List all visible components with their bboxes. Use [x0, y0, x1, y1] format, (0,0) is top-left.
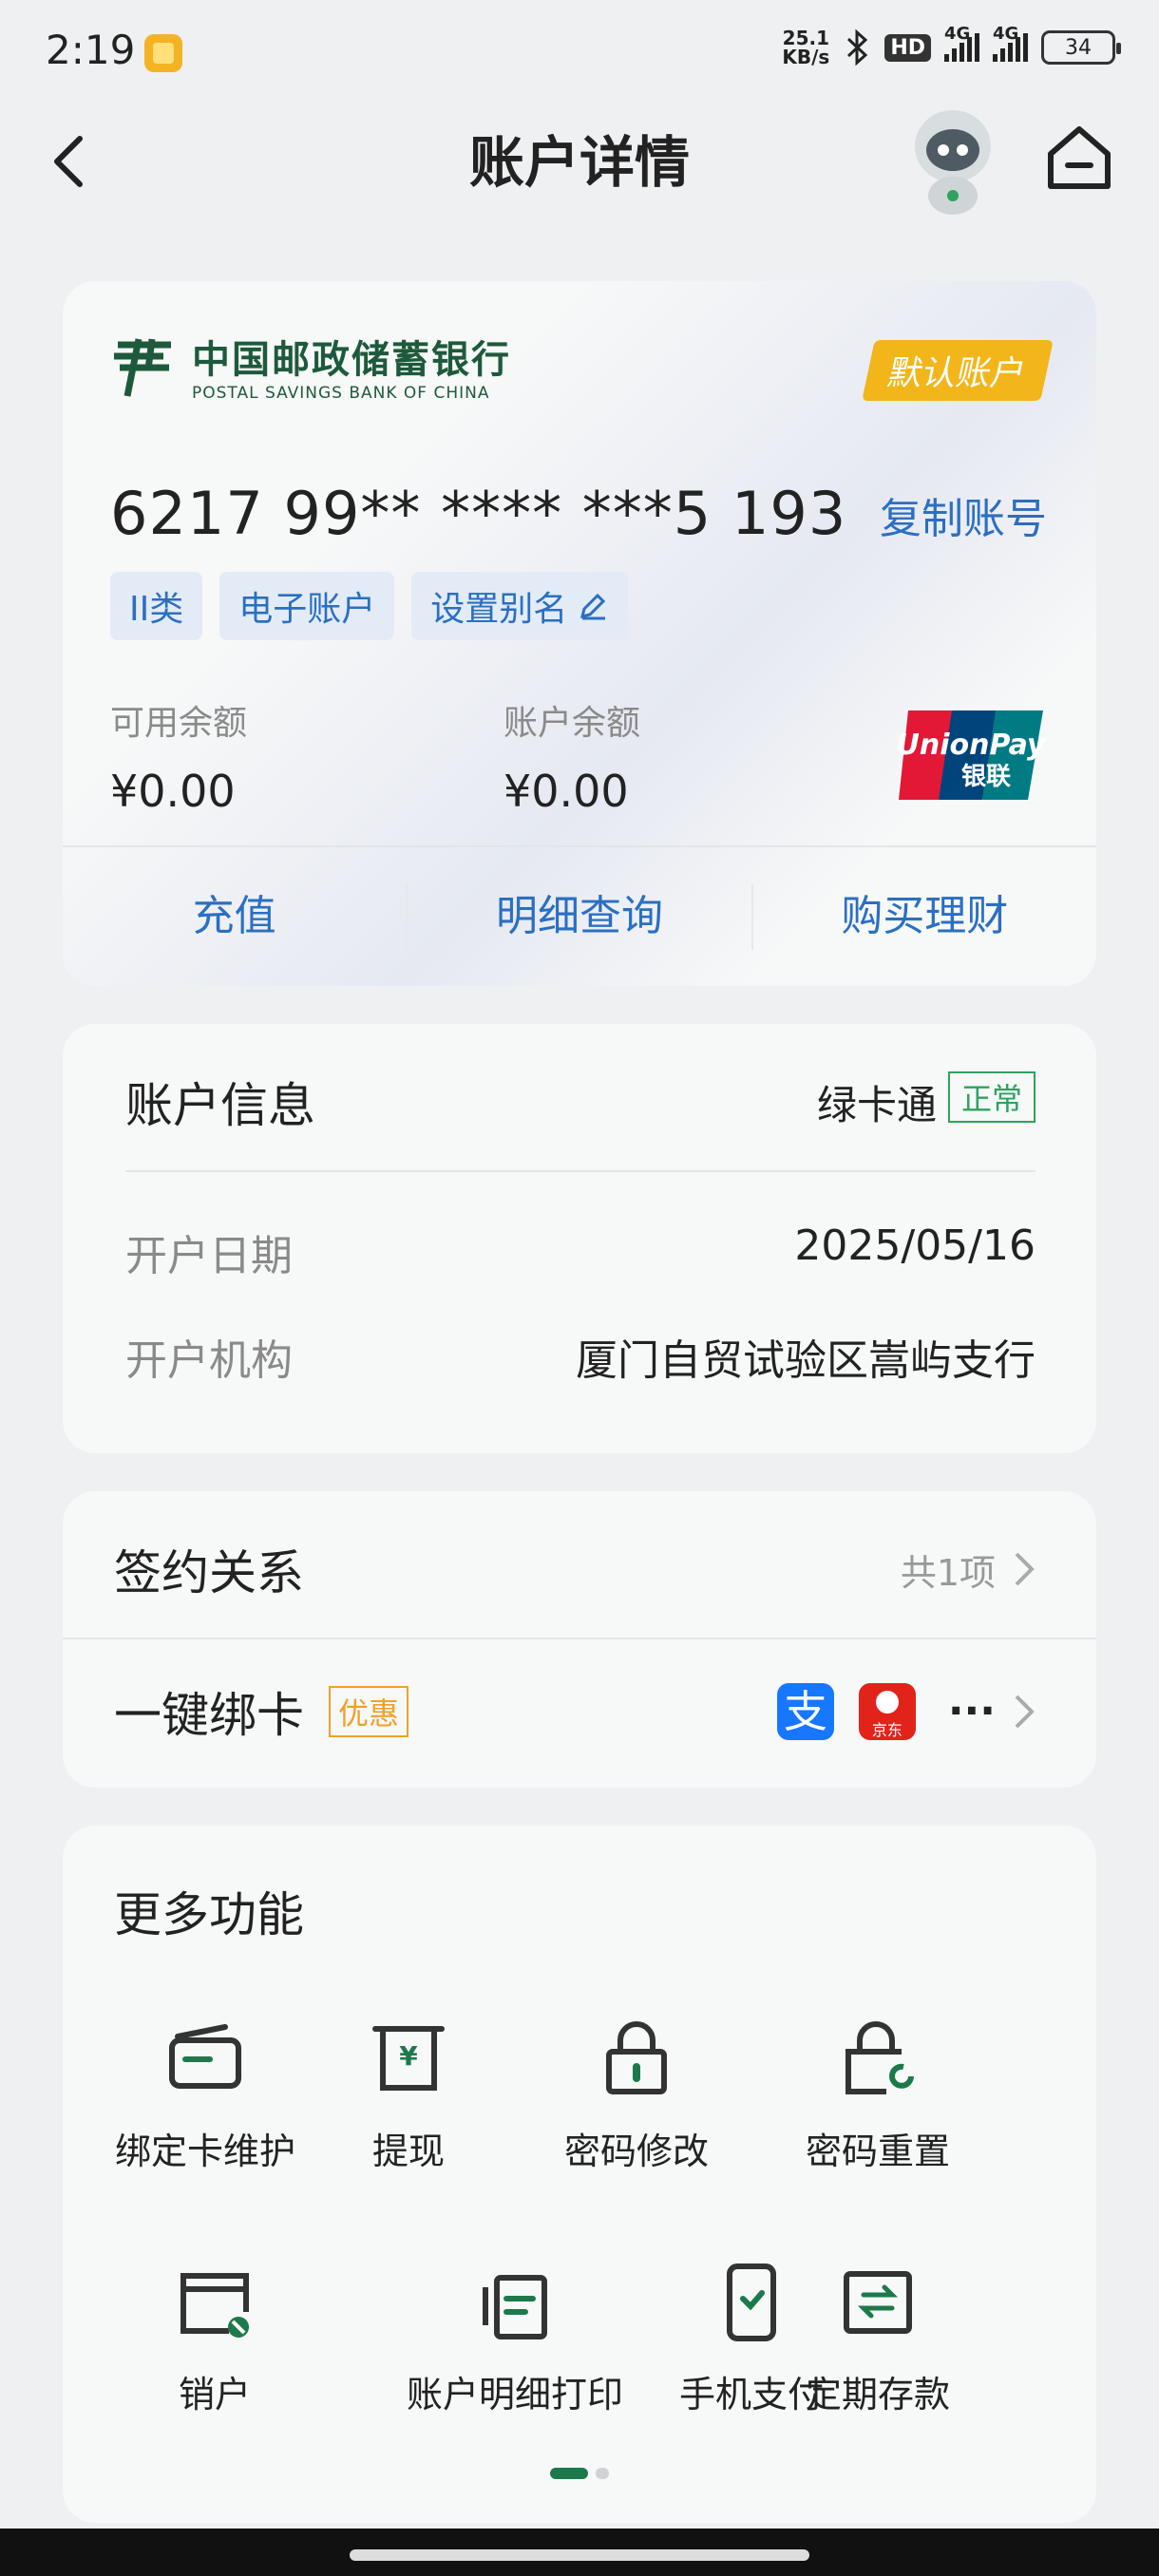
tag-class: II类: [110, 572, 203, 640]
chevron-right-icon: [1015, 1695, 1035, 1729]
card-cancel-icon: [180, 2273, 249, 2338]
hd-voice-icon: HD: [884, 33, 931, 62]
net-speed: 25.1 KB/s: [782, 28, 829, 66]
fn-reset-password-label: 密码重置: [805, 2131, 950, 2172]
unionpay-logo-icon: UnionPay 银联: [897, 710, 1047, 800]
fn-reset-password[interactable]: 密码重置: [764, 2016, 992, 2174]
signing-count: 共1项: [900, 1551, 996, 1594]
more-functions-title: 更多功能: [114, 1887, 304, 1942]
bluetooth-icon: [847, 28, 868, 66]
tag-electronic: 电子账户: [219, 572, 395, 640]
signing-relations-row[interactable]: 签约关系 共1项: [114, 1535, 1036, 1603]
status-bar: 2:19 25.1 KB/s HD 4G 4G 34: [0, 0, 1159, 104]
signing-relations-title: 签约关系: [114, 1545, 304, 1601]
alipay-icon: 支: [776, 1683, 834, 1740]
jd-icon: 京东: [858, 1683, 916, 1740]
open-date-label: 开户日期: [125, 1232, 293, 1280]
buy-wealth-button[interactable]: 购买理财: [753, 883, 1096, 950]
deposit-icon: [844, 2271, 912, 2334]
system-nav-bar: [0, 2529, 1159, 2576]
home-button[interactable]: [1041, 120, 1117, 196]
fn-change-password[interactable]: 密码修改: [532, 2016, 741, 2174]
open-branch-value: 厦门自贸试验区嵩屿支行: [576, 1336, 1036, 1385]
signal-icon-2: 4G: [993, 24, 1028, 62]
status-time: 2:19: [46, 27, 136, 73]
fn-print-statement[interactable]: 账户明细打印: [344, 2259, 686, 2417]
signal-label-1: 4G: [944, 24, 971, 44]
relations-card: 签约关系 共1项 一键绑卡 优惠 支 京东 ···: [63, 1491, 1096, 1788]
withdraw-icon: ¥: [372, 2026, 445, 2091]
fn-withdraw[interactable]: ¥ 提现: [294, 2016, 522, 2174]
fn-close-account-label: 销户: [178, 2374, 251, 2415]
quick-bind-row[interactable]: 一键绑卡 优惠 支 京东 ···: [114, 1677, 1036, 1746]
more-dots-icon: ···: [947, 1687, 996, 1735]
account-card: 中国邮政储蓄银行 POSTAL SAVINGS BANK OF CHINA 默认…: [63, 281, 1096, 986]
svg-text:¥: ¥: [399, 2040, 418, 2072]
set-alias-label: 设置别名: [430, 590, 568, 629]
signal-label-2: 4G: [993, 24, 1019, 44]
account-balance-value: ¥0.00: [504, 766, 629, 817]
open-date-row: 开户日期 2025/05/16: [125, 1222, 1036, 1282]
nav-bar: 账户详情: [0, 104, 1159, 218]
open-date-value: 2025/05/16: [794, 1222, 1036, 1270]
recharge-button[interactable]: 充值: [63, 883, 408, 950]
open-branch-row: 开户机构 厦门自贸试验区嵩屿支行: [125, 1326, 1036, 1387]
home-indicator[interactable]: [350, 2549, 809, 2561]
detail-query-button[interactable]: 明细查询: [408, 883, 753, 950]
quick-bind-title: 一键绑卡: [114, 1688, 304, 1743]
battery-icon: 34: [1041, 30, 1121, 65]
fn-fixed-deposit[interactable]: 定期存款: [764, 2259, 992, 2417]
svg-text:UnionPay: UnionPay: [897, 729, 1047, 762]
promo-badge: 优惠: [329, 1686, 409, 1737]
available-balance: 可用余额 ¥0.00: [110, 695, 247, 817]
open-branch-label: 开户机构: [125, 1336, 293, 1385]
net-speed-unit: KB/s: [782, 46, 830, 68]
account-tags: II类 电子账户 设置别名: [110, 572, 629, 640]
net-speed-value: 25.1: [782, 27, 830, 49]
signal-icon-1: 4G: [944, 24, 979, 62]
copy-account-button[interactable]: 复制账号: [880, 484, 1047, 545]
account-balance-label: 账户余额: [504, 704, 641, 743]
set-alias-button[interactable]: 设置别名: [411, 572, 629, 640]
status-icons: 25.1 KB/s HD 4G 4G 34: [782, 24, 1121, 66]
fn-fixed-deposit-label: 定期存款: [805, 2374, 950, 2415]
chevron-right-icon: [1015, 1552, 1035, 1586]
edit-pencil-icon: [580, 593, 606, 620]
postal-bank-logo-icon: [114, 338, 171, 397]
page-indicator: [63, 2468, 1096, 2479]
account-balance: 账户余额 ¥0.00: [504, 695, 640, 817]
bank-name-en: POSTAL SAVINGS BANK OF CHINA: [192, 384, 490, 403]
fn-print-statement-label: 账户明细打印: [406, 2374, 623, 2415]
account-info-title: 账户信息: [125, 1078, 315, 1133]
assistant-robot-icon[interactable]: [901, 104, 1005, 217]
available-balance-value: ¥0.00: [110, 766, 236, 817]
lock-reset-icon: [846, 2021, 914, 2094]
svg-text:银联: 银联: [961, 763, 1011, 791]
page-dot: [596, 2468, 609, 2479]
status-badge: 正常: [947, 1071, 1036, 1123]
available-balance-label: 可用余额: [110, 704, 248, 743]
page-dot-active: [550, 2468, 588, 2479]
more-functions-card: 更多功能 绑定卡维护 ¥ 提现 密码修改 密码重置 销户 账户明细打印 手机支付: [63, 1826, 1096, 2523]
card-actions: 充值 明细查询 购买理财: [63, 847, 1096, 986]
bank-logo: 中国邮政储蓄银行 POSTAL SAVINGS BANK OF CHINA: [110, 329, 511, 403]
account-info-card: 账户信息 绿卡通 正常 开户日期 2025/05/16 开户机构 厦门自贸试验区…: [63, 1024, 1096, 1453]
fn-change-password-label: 密码修改: [563, 2131, 709, 2172]
notification-icon: [144, 34, 182, 72]
account-number: 6217 99** **** ***5 193: [110, 479, 847, 548]
card-icon: [169, 2024, 241, 2089]
lock-icon: [606, 2021, 667, 2094]
bank-name-cn: 中国邮政储蓄银行: [192, 338, 511, 382]
card-type: 绿卡通: [816, 1082, 937, 1128]
default-account-badge: 默认账户: [862, 340, 1054, 401]
print-doc-icon: [483, 2275, 547, 2339]
fn-close-account[interactable]: 销户: [63, 2259, 367, 2417]
fn-withdraw-label: 提现: [371, 2131, 445, 2172]
